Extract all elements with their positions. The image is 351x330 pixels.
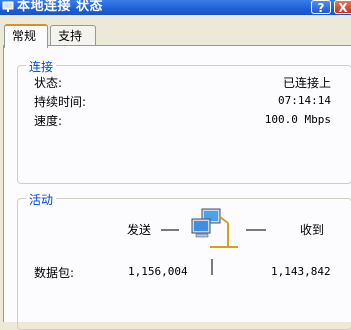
duration-label: 持续时间: (34, 95, 87, 109)
connection-group: 连接 状态: 已连接上 持续时间: 07:14:14 速度: 100.0 Mbp… (17, 58, 351, 184)
sent-activity-line (161, 229, 179, 231)
tab-panel-general: 连接 状态: 已连接上 持续时间: 07:14:14 速度: 100.0 Mbp… (3, 45, 351, 330)
packets-received-value: 1,143,842 (271, 265, 331, 278)
window-title: 本地连接 状态 (17, 0, 104, 14)
activity-group: 活动 发送 收到 数据包: 1,156,004 1,143,842 (17, 191, 351, 330)
status-label: 状态: (34, 76, 63, 90)
tab-strip: 常规 支持 (0, 24, 351, 48)
received-activity-line (246, 229, 266, 231)
duration-value: 07:14:14 (278, 94, 331, 107)
packets-sent-value: 1,156,004 (128, 265, 188, 278)
close-button[interactable]: X (334, 0, 351, 15)
packets-separator (211, 259, 213, 275)
connection-group-title: 连接 (26, 58, 57, 75)
status-value: 已连接上 (282, 76, 331, 90)
title-bar: 本地连接 状态 ? X (0, 0, 351, 15)
tab-support[interactable]: 支持 (50, 25, 96, 46)
activity-group-title: 活动 (26, 191, 57, 208)
tab-general[interactable]: 常规 (4, 24, 48, 48)
received-label: 收到 (300, 223, 325, 237)
speed-label: 速度: (34, 114, 63, 128)
speed-value: 100.0 Mbps (264, 113, 331, 126)
help-button[interactable]: ? (311, 0, 331, 15)
sent-label: 发送 (127, 223, 152, 237)
packets-label: 数据包: (34, 266, 75, 280)
network-computers-icon (191, 208, 238, 248)
network-connection-icon (2, 1, 14, 12)
